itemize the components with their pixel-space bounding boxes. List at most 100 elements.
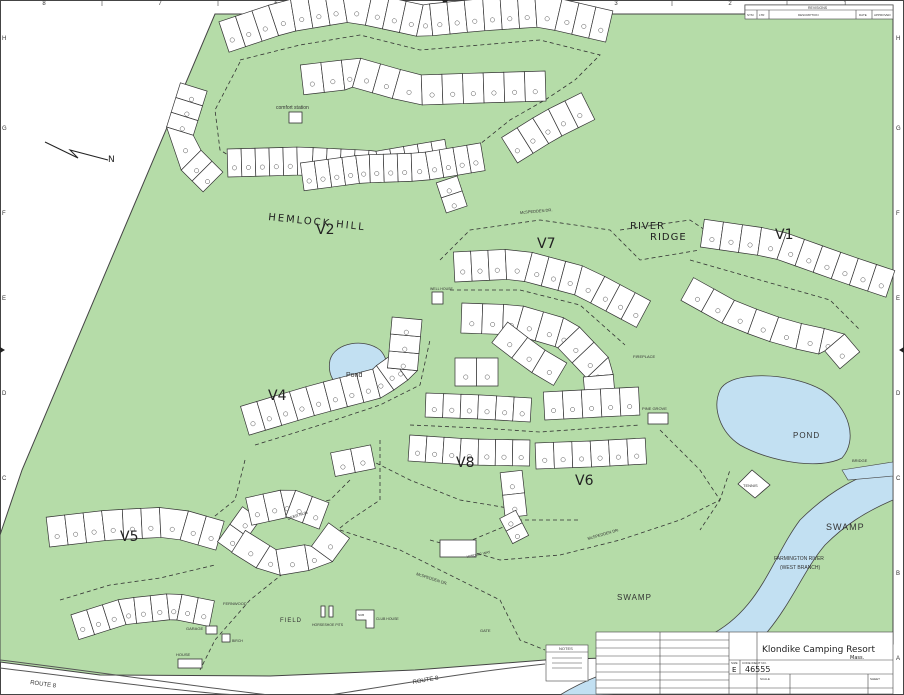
- campground-map: 87654321HHGGFFEEDDCCBBAA N HEMLOCK HILL …: [0, 0, 904, 695]
- ridge-label: RIDGE: [650, 232, 687, 243]
- house: [177, 658, 203, 669]
- river-branch-label: (WEST BRANCH): [780, 565, 821, 571]
- v8-label: V8: [456, 455, 474, 471]
- v5-lot: [149, 593, 170, 622]
- v1-label: V1: [775, 227, 793, 243]
- club-house-label: CLUB HOUSE: [376, 617, 399, 621]
- v4-lot: [390, 316, 423, 338]
- v2-lot: [320, 59, 346, 93]
- v2-lot: [441, 73, 464, 105]
- swamp-south-label: SWAMP: [617, 593, 652, 602]
- revisions-title: REVISIONS: [808, 6, 828, 10]
- horseshoe-pit-1: [320, 605, 326, 618]
- v6-lot: [553, 441, 574, 469]
- notes-title: NOTES: [559, 646, 573, 651]
- v2-lot: [482, 0, 503, 32]
- v2-lot: [499, 0, 520, 30]
- pine-grove: [647, 412, 669, 425]
- v2-lot: [420, 73, 444, 106]
- v8-lot: [442, 393, 462, 419]
- v6-lot: [619, 386, 641, 417]
- v6-lot: [561, 389, 584, 420]
- v2-lot: [429, 1, 451, 37]
- fernwood-label: FERNWOOD: [223, 601, 247, 606]
- v2-lot: [282, 146, 298, 176]
- well-house-label: WELL HOUSE: [430, 287, 453, 291]
- border-row-label-right: C: [896, 476, 901, 482]
- birch-building: [221, 633, 231, 643]
- pine-grove-label: PINE GROVE: [642, 406, 667, 411]
- comfort-station-label: comfort station: [276, 105, 309, 111]
- garage-label: GARAGE: [186, 626, 203, 631]
- rev-col-desc: DESCRIPTION: [798, 13, 819, 17]
- v7-label: V7: [537, 236, 555, 252]
- tennis-label: TENNIS: [743, 483, 758, 488]
- notes-block: NOTES: [545, 644, 589, 682]
- v4-lot: [350, 444, 376, 473]
- v8-lot: [424, 392, 444, 419]
- v2-lot: [382, 153, 399, 183]
- border-row-label-right: G: [896, 126, 901, 132]
- v6-lot: [571, 440, 592, 469]
- bridge-label: BRIDGE: [852, 458, 868, 463]
- v2-lot: [462, 72, 485, 104]
- v6-lot: [580, 388, 603, 419]
- horseshoe-pit-2: [328, 605, 334, 618]
- v7-lot: [470, 249, 490, 282]
- v2-label: V2: [316, 222, 334, 238]
- v2-lot: [503, 71, 526, 103]
- house-label: HOUSE: [176, 652, 191, 657]
- comfort-station: [288, 111, 303, 124]
- size-label: SIZE: [731, 661, 738, 665]
- rev-col-sym: SYM: [747, 13, 754, 17]
- north-label: N: [108, 155, 115, 165]
- border-row-label-right: B: [896, 571, 900, 577]
- v8-lot: [459, 393, 479, 420]
- v7-lot: [460, 302, 484, 335]
- v8-lot: [494, 439, 514, 467]
- v2-lot: [463, 0, 486, 33]
- v5-lot: [133, 595, 154, 624]
- border-row-label-right: F: [896, 211, 900, 217]
- border-row-label-left: D: [2, 391, 7, 397]
- v4-label: V4: [268, 388, 287, 404]
- sheet-size: E: [732, 666, 736, 674]
- v7-lot: [452, 250, 473, 283]
- border-row-label-left: H: [2, 36, 6, 42]
- v5-lot: [275, 544, 310, 576]
- drawing-title-state: Mass.: [850, 655, 865, 661]
- border-row-label-right: H: [896, 36, 900, 42]
- border-row-label-left: C: [2, 476, 7, 482]
- v6-lot: [542, 390, 565, 421]
- v6-lot: [499, 469, 525, 496]
- v8-lot: [454, 357, 477, 387]
- rev-col-date: DATE: [859, 13, 867, 17]
- v6-label: V6: [575, 473, 594, 489]
- west-pond-label: Pond: [346, 372, 362, 379]
- v8-lot: [512, 439, 531, 467]
- river-name-label: FARMINGTON RIVER: [774, 556, 824, 562]
- v8-lot: [494, 395, 515, 422]
- v8-lot: [477, 438, 496, 466]
- v2-lot: [517, 0, 538, 29]
- v2-lot: [299, 62, 325, 96]
- v5-label: V5: [120, 529, 138, 545]
- birch-label: BIRCH: [232, 639, 243, 643]
- v5-lot: [82, 510, 106, 544]
- v6-lot: [626, 437, 647, 466]
- sub-label: SUB: [358, 613, 364, 617]
- drawing-title: Klondike Camping Resort: [762, 645, 875, 655]
- v2-lot: [482, 71, 506, 104]
- v6-lot: [589, 439, 611, 468]
- well-house: [431, 291, 444, 305]
- field-label: FIELD: [280, 618, 302, 624]
- v5-lot: [45, 514, 69, 548]
- revisions-block: REVISIONS SYM LTR DESCRIPTION DATE APPRO…: [744, 4, 894, 20]
- v6-lot: [600, 387, 622, 418]
- rev-col-ltr: LTR: [759, 13, 765, 17]
- border-row-label-right: A: [896, 656, 900, 662]
- v5-lot: [64, 512, 87, 546]
- v2-lot: [254, 147, 271, 177]
- v7-lot: [487, 249, 508, 281]
- border-row-label-right: E: [896, 296, 900, 302]
